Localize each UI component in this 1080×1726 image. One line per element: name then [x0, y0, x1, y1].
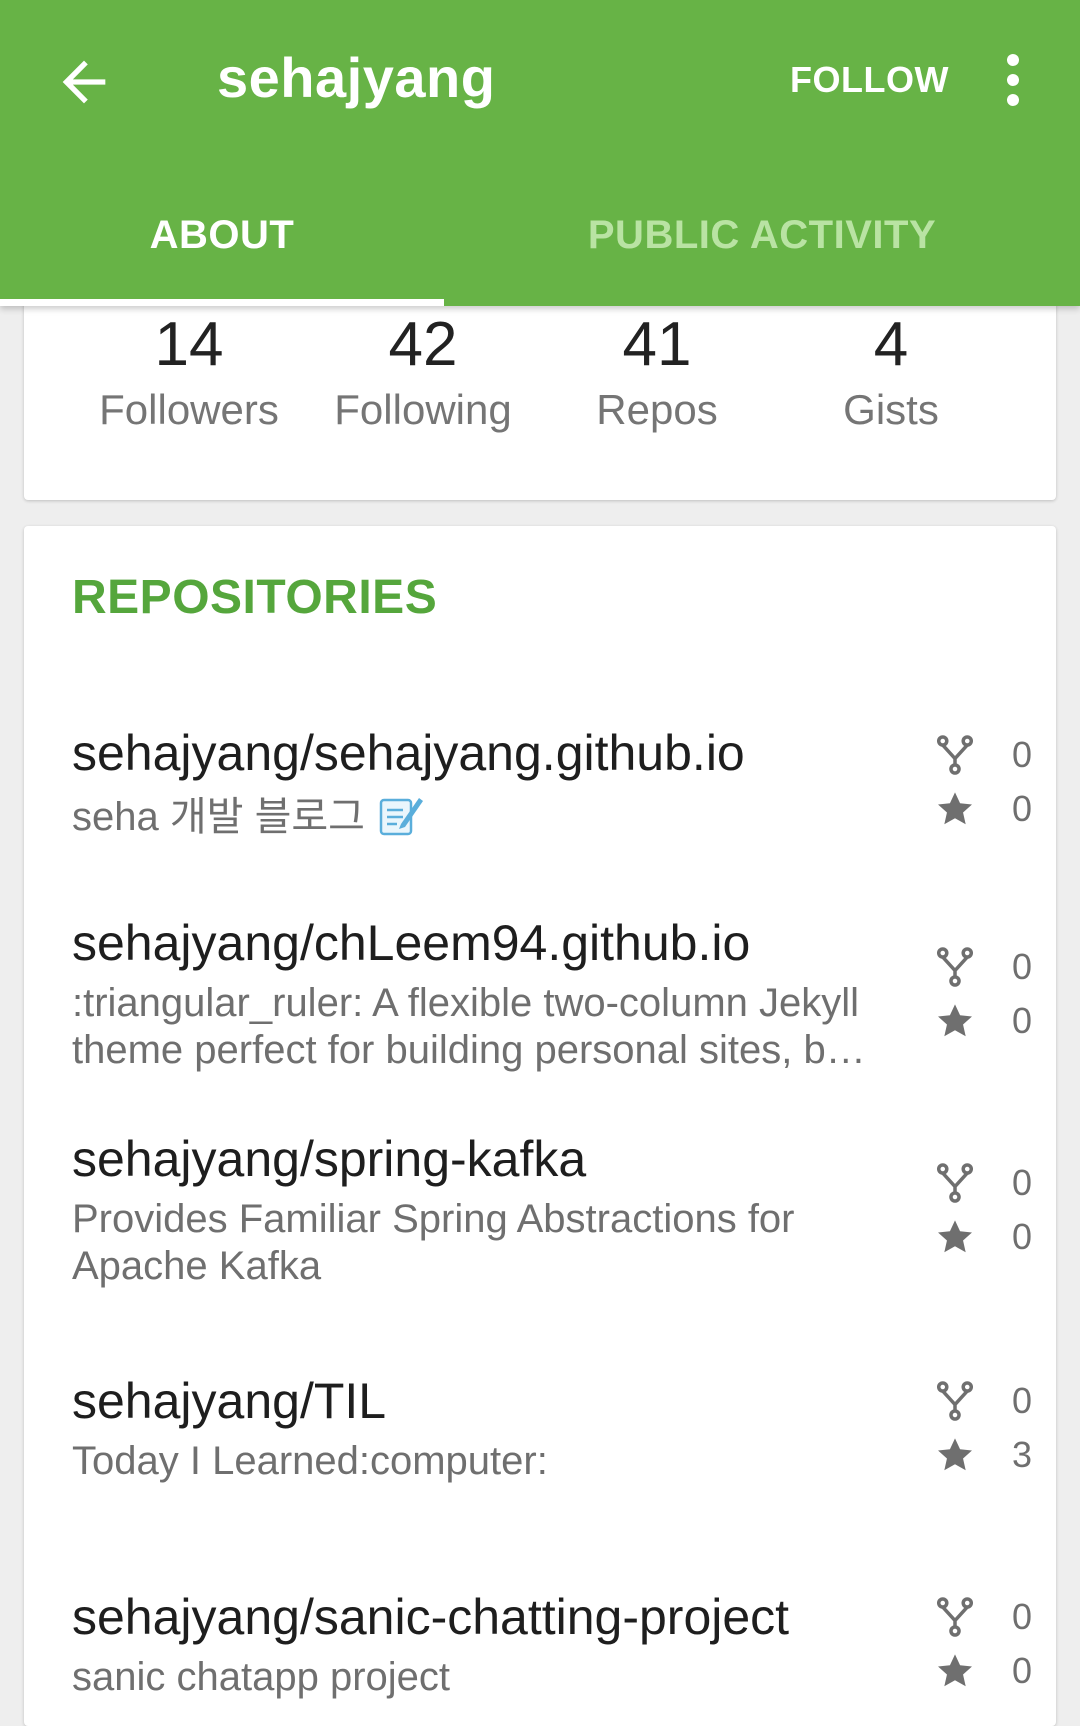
repo-list-item[interactable]: sehajyang/TIL Today I Learned:computer: … — [24, 1370, 1056, 1520]
repo-stars: 0 — [934, 784, 1044, 834]
repo-description: Today I Learned:computer: — [72, 1439, 548, 1483]
repo-name: sehajyang/sehajyang.github.io — [72, 725, 745, 781]
repo-stars: 3 — [934, 1430, 1044, 1480]
back-arrow-icon[interactable] — [52, 50, 116, 114]
repos-label: Repos — [596, 386, 718, 433]
repo-forks: 0 — [934, 1592, 1044, 1642]
star-icon — [938, 792, 972, 825]
star-icon — [938, 1004, 972, 1037]
profile-username-title: sehajyang — [217, 46, 496, 109]
repo-fork-count: 0 — [1012, 1162, 1033, 1203]
followers-label: Followers — [99, 386, 279, 433]
tab-public-activity[interactable]: PUBLIC ACTIVITY — [444, 200, 1080, 300]
repo-name: sehajyang/spring-kafka — [72, 1131, 587, 1187]
following-count: 42 — [388, 310, 458, 379]
repo-fork-count: 0 — [1012, 946, 1033, 987]
star-icon — [938, 1438, 972, 1471]
repo-list-item[interactable]: sehajyang/chLeem94.github.io :triangular… — [24, 912, 1056, 1092]
repo-fork-count: 0 — [1012, 1380, 1033, 1421]
repo-list-item[interactable]: sehajyang/sanic-chatting-project sanic c… — [24, 1586, 1056, 1699]
repo-fork-count: 0 — [1012, 1596, 1033, 1637]
repo-forks: 0 — [934, 1158, 1044, 1208]
repo-stars: 0 — [934, 1646, 1044, 1696]
repo-list-item[interactable]: sehajyang/sehajyang.github.io seha 개발 블로… — [24, 722, 1056, 872]
repo-description: :triangular_ruler: A flexible two-column… — [72, 981, 866, 1072]
repos-stat[interactable]: 41 Repos — [540, 310, 774, 440]
repositories-card — [24, 526, 1056, 1726]
repo-list-item[interactable]: sehajyang/spring-kafka Provides Familiar… — [24, 1128, 1056, 1308]
repo-star-count: 0 — [1012, 1216, 1033, 1257]
following-label: Following — [334, 386, 512, 433]
repo-forks: 0 — [934, 1376, 1044, 1426]
more-options-icon[interactable] — [993, 52, 1033, 108]
app-bar: sehajyang FOLLOW ABOUT PUBLIC ACTIVITY — [0, 0, 1080, 306]
repo-forks: 0 — [934, 730, 1044, 780]
star-icon — [938, 1654, 972, 1687]
selected-tab-indicator — [0, 299, 444, 306]
gists-label: Gists — [843, 386, 939, 433]
repo-stars: 0 — [934, 996, 1044, 1046]
repo-star-count: 3 — [1012, 1434, 1033, 1475]
repo-stars: 0 — [934, 1212, 1044, 1262]
fork-icon — [936, 735, 974, 775]
gists-count: 4 — [873, 310, 909, 379]
repositories-heading: REPOSITORIES — [72, 571, 438, 624]
repo-forks: 0 — [934, 942, 1044, 992]
following-stat[interactable]: 42 Following — [306, 310, 540, 440]
gists-stat[interactable]: 4 Gists — [774, 310, 1008, 440]
repo-fork-count: 0 — [1012, 734, 1033, 775]
repo-name: sehajyang/sanic-chatting-project — [72, 1589, 790, 1645]
repo-star-count: 0 — [1012, 1650, 1033, 1691]
fork-icon — [936, 1163, 974, 1203]
followers-count: 14 — [154, 310, 224, 379]
fork-icon — [936, 1381, 974, 1421]
star-icon — [938, 1220, 972, 1253]
fork-icon — [936, 1597, 974, 1637]
repo-star-count: 0 — [1012, 1000, 1033, 1041]
repo-name: sehajyang/TIL — [72, 1373, 387, 1429]
repo-name: sehajyang/chLeem94.github.io — [72, 915, 751, 971]
tab-about[interactable]: ABOUT — [0, 200, 444, 300]
repo-star-count: 0 — [1012, 788, 1033, 829]
repo-description: sanic chatapp project — [72, 1655, 451, 1699]
followers-stat[interactable]: 14 Followers — [72, 310, 306, 440]
fork-icon — [936, 947, 974, 987]
repos-count: 41 — [622, 310, 692, 379]
follow-button[interactable]: FOLLOW — [790, 55, 949, 105]
repo-description: Provides Familiar Spring Abstractions fo… — [72, 1197, 795, 1288]
memo-emoji-icon — [379, 798, 423, 836]
repo-description: seha 개발 블로그 — [72, 790, 932, 841]
